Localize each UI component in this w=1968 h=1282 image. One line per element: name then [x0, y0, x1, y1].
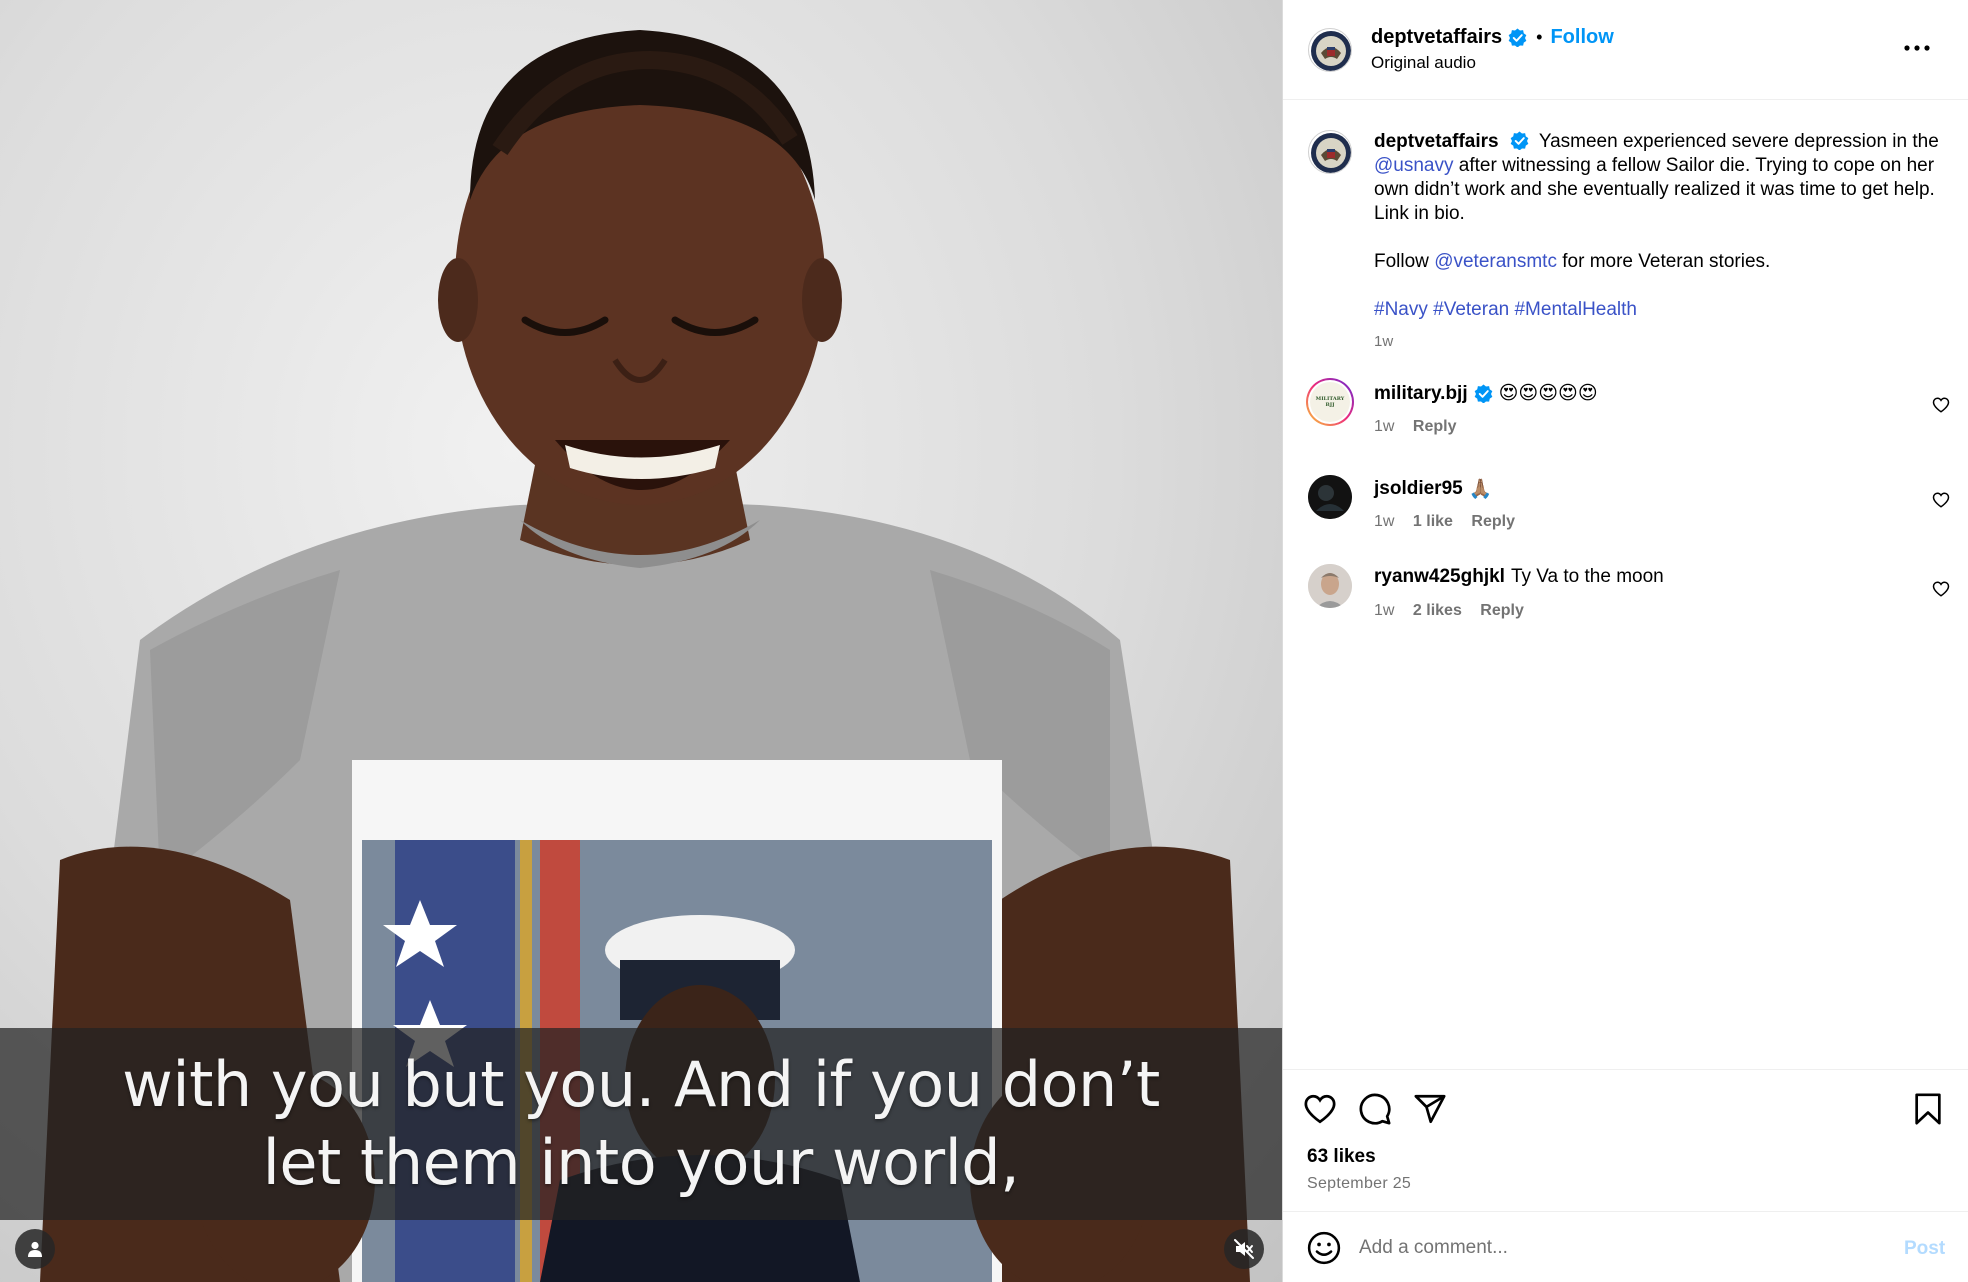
- comment-time[interactable]: 1w: [1374, 418, 1394, 435]
- comment-like-count[interactable]: 1 like: [1413, 513, 1453, 530]
- user-tag-icon: [28, 1241, 42, 1257]
- post-details-panel: deptvetaffairs • Follow Original audio d…: [1282, 0, 1968, 1282]
- emoji-icon[interactable]: [1307, 1231, 1341, 1265]
- post-date[interactable]: September 25: [1307, 1175, 1411, 1193]
- heart-icon[interactable]: [1932, 580, 1950, 598]
- comment-icon[interactable]: [1358, 1092, 1392, 1126]
- heart-icon[interactable]: [1932, 491, 1950, 509]
- subtitle-line-2: let them into your world,: [262, 1126, 1020, 1199]
- author-username[interactable]: deptvetaffairs: [1371, 26, 1502, 49]
- comment-time[interactable]: 1w: [1374, 602, 1394, 619]
- share-icon[interactable]: [1413, 1092, 1447, 1126]
- comment-body: 😍😍😍😍😍: [1498, 383, 1598, 404]
- post-caption: deptvetaffairs Yasmeen experienced sever…: [1374, 130, 1944, 354]
- caption-follow-prefix: Follow: [1374, 251, 1429, 272]
- more-options-icon[interactable]: [1901, 36, 1933, 60]
- avatar-logo-text: MILITARY BJJ: [1315, 396, 1345, 408]
- comment-item: MILITARY BJJ military.bjj 😍😍😍😍😍 1w Reply: [1283, 380, 1968, 450]
- caption-hashtags[interactable]: #Navy #Veteran #MentalHealth: [1374, 298, 1944, 322]
- caption-text-end: after witnessing a fellow Sailor die. Tr…: [1374, 155, 1935, 224]
- caption-paragraph-2: Follow @veteransmtc for more Veteran sto…: [1374, 250, 1944, 274]
- heart-icon[interactable]: [1303, 1092, 1337, 1126]
- commenter-avatar[interactable]: MILITARY BJJ: [1306, 378, 1354, 426]
- comment-meta: 1w 1 like Reply: [1374, 513, 1529, 531]
- commenter-username[interactable]: jsoldier95: [1374, 478, 1463, 500]
- post-actions-bar: 63 likes September 25: [1283, 1069, 1968, 1211]
- reply-button[interactable]: Reply: [1413, 418, 1457, 435]
- mute-toggle-button[interactable]: [1224, 1229, 1264, 1269]
- like-count[interactable]: 63 likes: [1307, 1146, 1376, 1168]
- comment-input[interactable]: [1359, 1230, 1869, 1266]
- caption-username[interactable]: deptvetaffairs: [1374, 131, 1499, 152]
- comment-body: Ty Va to the moon: [1510, 566, 1664, 587]
- comment-time[interactable]: 1w: [1374, 513, 1394, 530]
- verified-icon: [1508, 27, 1527, 47]
- heart-icon[interactable]: [1932, 396, 1950, 414]
- mention-link-veteransmtc[interactable]: @veteransmtc: [1434, 251, 1557, 272]
- video-subtitle-band: with you but you. And if you don’t let t…: [0, 1028, 1282, 1220]
- commenter-avatar[interactable]: [1308, 475, 1352, 519]
- subtitle-line-1: with you but you. And if you don’t: [122, 1048, 1160, 1121]
- comment-text-line: military.bjj 😍😍😍😍😍: [1374, 382, 1598, 405]
- caption-timestamp[interactable]: 1w: [1374, 330, 1944, 354]
- caption-author-avatar[interactable]: [1308, 130, 1352, 174]
- comment-item: ryanw425ghjkl Ty Va to the moon 1w 2 lik…: [1283, 564, 1968, 634]
- avatar-image: [1308, 475, 1352, 519]
- avatar-image: [1308, 564, 1352, 608]
- reel-video[interactable]: with you but you. And if you don’t let t…: [0, 0, 1282, 1282]
- verified-icon: [1474, 384, 1492, 403]
- author-avatar[interactable]: [1308, 28, 1352, 72]
- reply-button[interactable]: Reply: [1480, 602, 1524, 619]
- comment-like-count[interactable]: 2 likes: [1413, 602, 1462, 619]
- add-comment-bar: Post: [1283, 1211, 1968, 1282]
- comment-text-line: ryanw425ghjkl Ty Va to the moon: [1374, 566, 1664, 588]
- verified-icon: [1510, 131, 1529, 150]
- caption-follow-suffix: for more Veteran stories.: [1562, 251, 1771, 272]
- comment-meta: 1w 2 likes Reply: [1374, 602, 1538, 620]
- separator-dot: •: [1536, 26, 1543, 47]
- comment-body: 🙏🏽: [1468, 479, 1493, 500]
- audio-link[interactable]: Original audio: [1371, 53, 1476, 73]
- caption-paragraph-1: deptvetaffairs Yasmeen experienced sever…: [1374, 130, 1944, 226]
- commenter-username[interactable]: military.bjj: [1374, 383, 1468, 405]
- commenter-username[interactable]: ryanw425ghjkl: [1374, 566, 1505, 588]
- comment-item: jsoldier95 🙏🏽 1w 1 like Reply: [1283, 475, 1968, 545]
- caption-text-start: Yasmeen experienced severe depression in…: [1538, 131, 1939, 152]
- muted-speaker-icon: [1234, 1239, 1254, 1259]
- follow-button[interactable]: Follow: [1550, 26, 1613, 49]
- va-seal-icon: [1311, 133, 1351, 173]
- va-seal-icon: [1311, 31, 1351, 71]
- reply-button[interactable]: Reply: [1471, 513, 1515, 530]
- bookmark-icon[interactable]: [1911, 1092, 1945, 1126]
- author-line: deptvetaffairs • Follow: [1371, 25, 1614, 49]
- mention-link-usnavy[interactable]: @usnavy: [1374, 155, 1454, 176]
- post-header: deptvetaffairs • Follow Original audio: [1283, 0, 1968, 100]
- tagged-users-button[interactable]: [15, 1229, 55, 1269]
- comment-text-line: jsoldier95 🙏🏽: [1374, 477, 1492, 501]
- post-comment-button[interactable]: Post: [1904, 1238, 1945, 1260]
- comment-meta: 1w Reply: [1374, 418, 1470, 436]
- commenter-avatar[interactable]: [1308, 564, 1352, 608]
